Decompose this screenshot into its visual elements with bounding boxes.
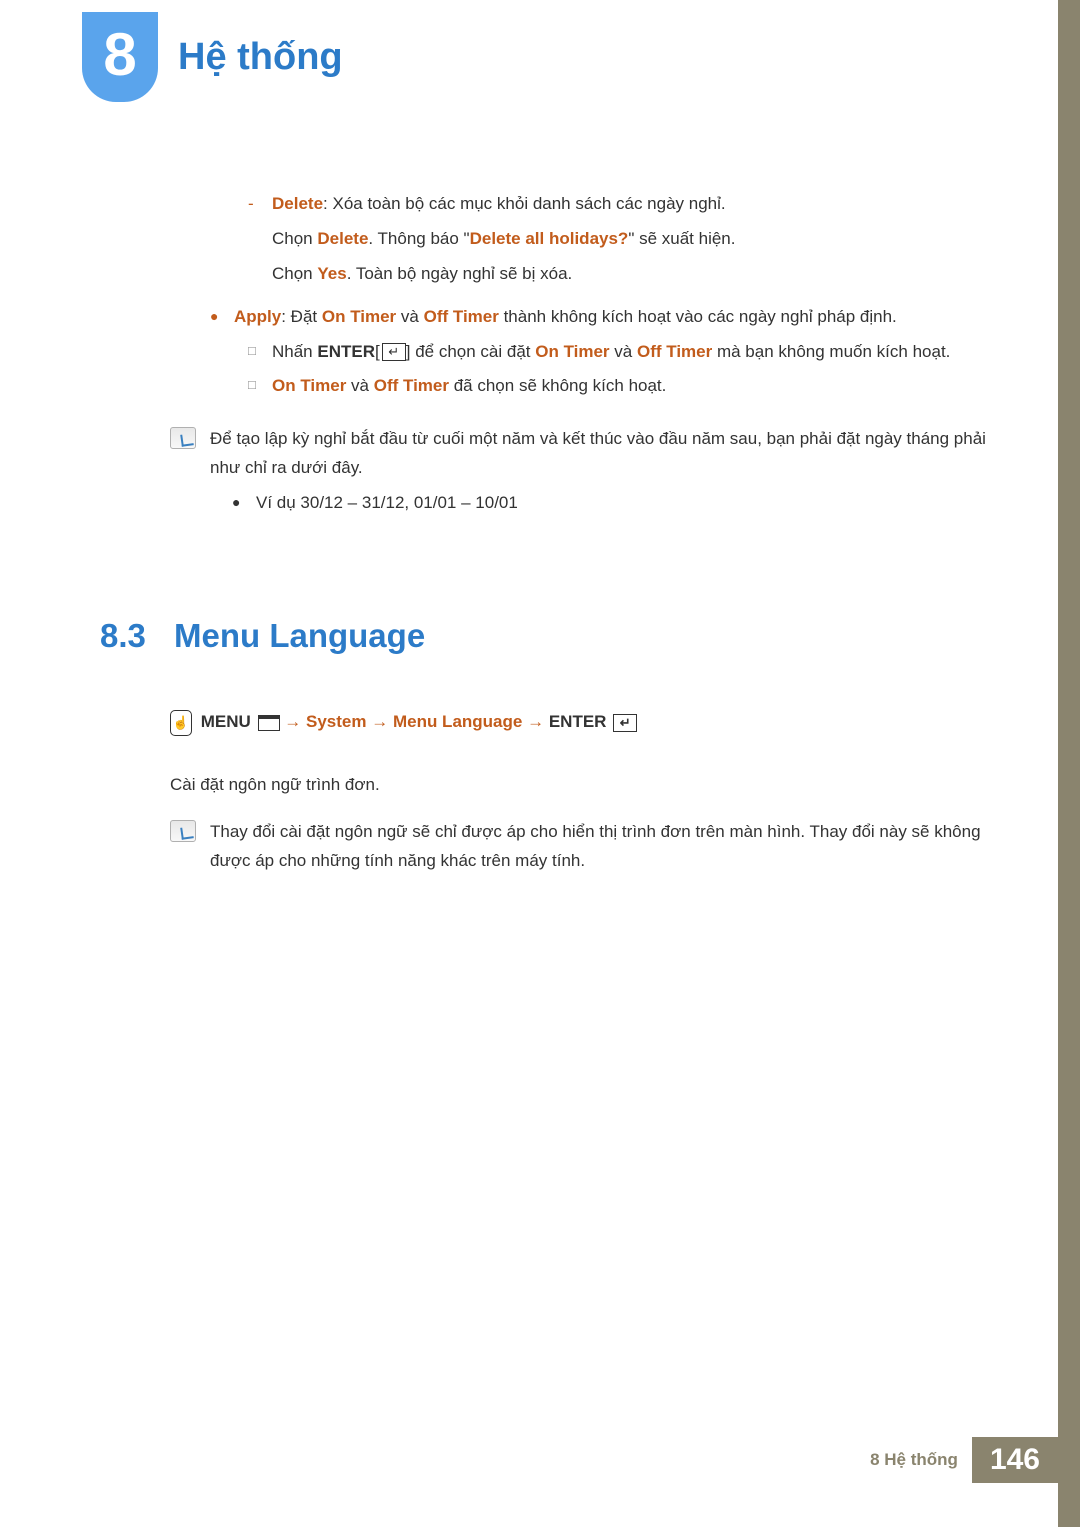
nav-system: System (306, 712, 366, 731)
sq1-brackets: [ (375, 342, 380, 361)
footer-page-number: 146 (972, 1437, 1058, 1483)
sq2-on: On Timer (272, 376, 346, 395)
note1-text: Để tạo lập kỳ nghỉ bắt đầu từ cuối một n… (210, 425, 990, 483)
sq1-pre: Nhấn (272, 342, 317, 361)
nav-arrow1: → (284, 712, 306, 731)
nav-arrow2: → (371, 712, 393, 731)
chapter-title: Hệ thống (178, 36, 343, 79)
apply-post: thành không kích hoạt vào các ngày nghỉ … (499, 307, 897, 326)
square-marker-icon: □ (248, 338, 272, 367)
note-block-2: Thay đổi cài đặt ngôn ngữ sẽ chỉ được áp… (170, 818, 990, 876)
nav-enter-label: ENTER (549, 712, 607, 731)
nav-arrow3: → (527, 712, 549, 731)
apply-sq1: □ Nhấn ENTER[] để chọn cài đặt On Timer … (248, 338, 990, 367)
sq2-off: Off Timer (374, 376, 449, 395)
delete-line1-text: Delete: Xóa toàn bộ các mục khỏi danh sá… (272, 190, 990, 219)
square-marker-icon: □ (248, 372, 272, 401)
note-icon (170, 427, 196, 449)
sq1-enter: ENTER (317, 342, 375, 361)
section-8-3-heading: 8.3Menu Language (100, 608, 990, 664)
note-block-1: Để tạo lập kỳ nghỉ bắt đầu từ cuối một n… (170, 425, 990, 483)
sq1-post: mà bạn không muốn kích hoạt. (712, 342, 950, 361)
dash-marker: - (248, 190, 272, 219)
section-number: 8.3 (100, 608, 174, 664)
apply-on-timer: On Timer (322, 307, 396, 326)
delete-line3-post: . Toàn bộ ngày nghỉ sẽ bị xóa. (347, 264, 573, 283)
chapter-number: 8 (103, 25, 136, 85)
bullet-dot-icon: ● (232, 489, 256, 518)
nav-path: ☝ MENU → System → Menu Language → ENTER (170, 708, 990, 737)
delete-line2: Chọn Delete. Thông báo "Delete all holid… (272, 225, 990, 254)
enter-icon (613, 714, 637, 732)
right-sidebar-bar (1058, 0, 1080, 1527)
sq2-post: đã chọn sẽ không kích hoạt. (449, 376, 666, 395)
page-content: - Delete: Xóa toàn bộ các mục khỏi danh … (170, 190, 990, 882)
bullet-dot-icon: ● (210, 303, 234, 332)
sq1-mid1: để chọn cài đặt (410, 342, 535, 361)
delete-label: Delete (272, 194, 323, 213)
hand-icon: ☝ (170, 710, 192, 736)
apply-sq2-text: On Timer và Off Timer đã chọn sẽ không k… (272, 372, 666, 401)
section-body-text: Cài đặt ngôn ngữ trình đơn. (170, 771, 990, 800)
delete-line2-mid: . Thông báo " (368, 229, 469, 248)
delete-desc: : Xóa toàn bộ các mục khỏi danh sách các… (323, 194, 726, 213)
apply-mid1: và (396, 307, 423, 326)
menu-icon (258, 715, 280, 731)
delete-line3: Chọn Yes. Toàn bộ ngày nghỉ sẽ bị xóa. (272, 260, 990, 289)
note-icon (170, 820, 196, 842)
nav-menulang: Menu Language (393, 712, 522, 731)
sq2-mid: và (346, 376, 373, 395)
apply-sq2: □ On Timer và Off Timer đã chọn sẽ không… (248, 372, 990, 401)
delete-line2-post: " sẽ xuất hiện. (628, 229, 735, 248)
apply-label: Apply (234, 307, 281, 326)
apply-pre: : Đặt (281, 307, 322, 326)
apply-row: ● Apply: Đặt On Timer và Off Timer thành… (210, 303, 990, 332)
nav-menu-label: MENU (201, 712, 251, 731)
apply-text: Apply: Đặt On Timer và Off Timer thành k… (234, 303, 897, 332)
sq1-on: On Timer (535, 342, 609, 361)
note1-example-row: ● Ví dụ 30/12 – 31/12, 01/01 – 10/01 (232, 489, 990, 518)
section-title: Menu Language (174, 617, 425, 654)
page-footer: 8 Hệ thống 146 (0, 1437, 1058, 1483)
note2-text: Thay đổi cài đặt ngôn ngữ sẽ chỉ được áp… (210, 818, 990, 876)
apply-off-timer: Off Timer (424, 307, 499, 326)
sq1-off: Off Timer (637, 342, 712, 361)
delete-line2-b1: Delete (317, 229, 368, 248)
delete-line1: - Delete: Xóa toàn bộ các mục khỏi danh … (248, 190, 990, 219)
enter-icon (382, 343, 406, 361)
apply-sq1-text: Nhấn ENTER[] để chọn cài đặt On Timer và… (272, 338, 950, 367)
note1-example: Ví dụ 30/12 – 31/12, 01/01 – 10/01 (256, 489, 518, 518)
delete-line2-b2: Delete all holidays? (470, 229, 629, 248)
delete-line3-b: Yes (317, 264, 346, 283)
delete-line3-pre: Chọn (272, 264, 317, 283)
footer-chapter-label: 8 Hệ thống (870, 1450, 958, 1470)
chapter-tab: 8 (82, 12, 158, 102)
delete-line2-pre: Chọn (272, 229, 317, 248)
sq1-mid2: và (610, 342, 637, 361)
